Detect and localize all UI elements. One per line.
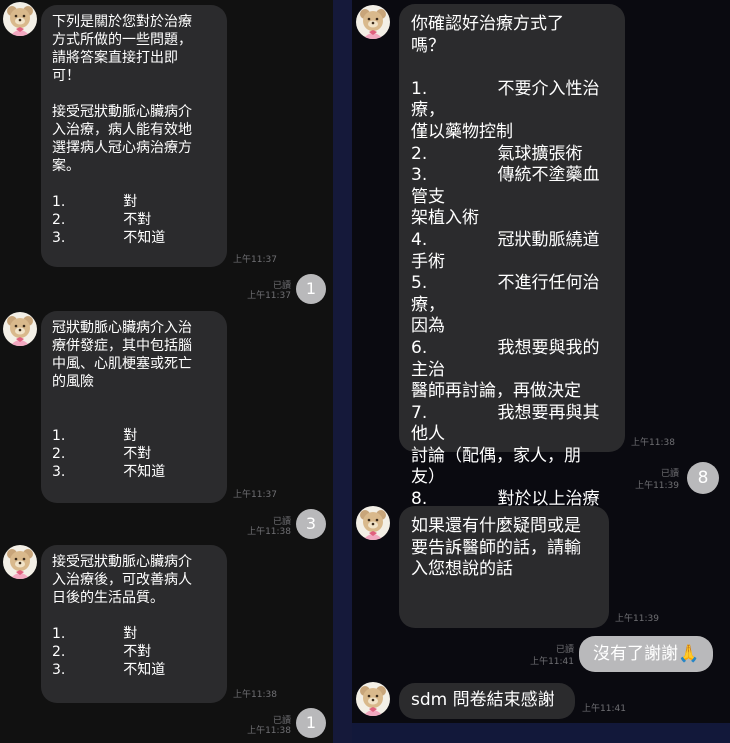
panel-divider bbox=[333, 0, 352, 743]
bear-avatar-icon[interactable] bbox=[3, 312, 37, 346]
bottom-bar bbox=[352, 723, 730, 743]
message-time: 上午11:37 bbox=[233, 490, 277, 500]
bot-message-bubble: 接受冠狀動脈心臟病介 入治療後，可改善病人 日後的生活品質。 1. 對 2. 不… bbox=[41, 545, 227, 703]
reply-time: 上午11:37 bbox=[247, 291, 291, 301]
user-reply-bubble: 3 bbox=[296, 509, 326, 539]
user-reply-bubble: 8 bbox=[687, 462, 719, 494]
user-reply-bubble: 沒有了謝謝🙏 bbox=[579, 636, 714, 672]
user-reply-bubble: 1 bbox=[296, 274, 326, 304]
read-receipt: 已讀 bbox=[555, 645, 574, 655]
message-time: 上午11:41 bbox=[582, 704, 626, 714]
bot-message-bubble: 如果還有什麼疑問或是 要告訴醫師的話，請輸 入您想說的話 bbox=[399, 506, 609, 628]
chat-panel-right: 你確認好治療方式了 嗎？ 1. 不要介入性治療， 僅以藥物控制 2. 氣球擴張術… bbox=[352, 0, 730, 743]
message-time: 上午11:37 bbox=[233, 255, 277, 265]
bear-avatar-icon[interactable] bbox=[356, 506, 390, 540]
read-receipt: 已讀 bbox=[660, 469, 679, 479]
user-reply-bubble: 1 bbox=[296, 708, 326, 738]
bear-avatar-icon[interactable] bbox=[356, 5, 390, 39]
reply-time: 上午11:38 bbox=[247, 726, 291, 736]
bear-avatar-icon[interactable] bbox=[356, 682, 390, 716]
chat-panel-left: 下列是關於您對於治療 方式所做的一些問題， 請將答案直接打出即 可！ 接受冠狀動… bbox=[0, 0, 333, 743]
message-time: 上午11:38 bbox=[631, 438, 675, 448]
message-time: 上午11:39 bbox=[615, 614, 659, 624]
bear-avatar-icon[interactable] bbox=[3, 545, 37, 579]
bot-message-bubble: sdm 問卷結束感謝 bbox=[399, 683, 575, 719]
message-time: 上午11:38 bbox=[233, 690, 277, 700]
reply-time: 上午11:41 bbox=[530, 657, 574, 667]
reply-time: 上午11:38 bbox=[247, 527, 291, 537]
bot-message-bubble: 你確認好治療方式了 嗎？ 1. 不要介入性治療， 僅以藥物控制 2. 氣球擴張術… bbox=[399, 4, 625, 574]
bear-avatar-icon[interactable] bbox=[3, 2, 37, 36]
bot-message-bubble: 冠狀動脈心臟病介入治 療併發症，其中包括腦 中風、心肌梗塞或死亡 的風險 1. … bbox=[41, 311, 227, 503]
reply-time: 上午11:39 bbox=[635, 481, 679, 491]
bot-message-bubble: 下列是關於您對於治療 方式所做的一些問題， 請將答案直接打出即 可！ 接受冠狀動… bbox=[41, 5, 227, 267]
